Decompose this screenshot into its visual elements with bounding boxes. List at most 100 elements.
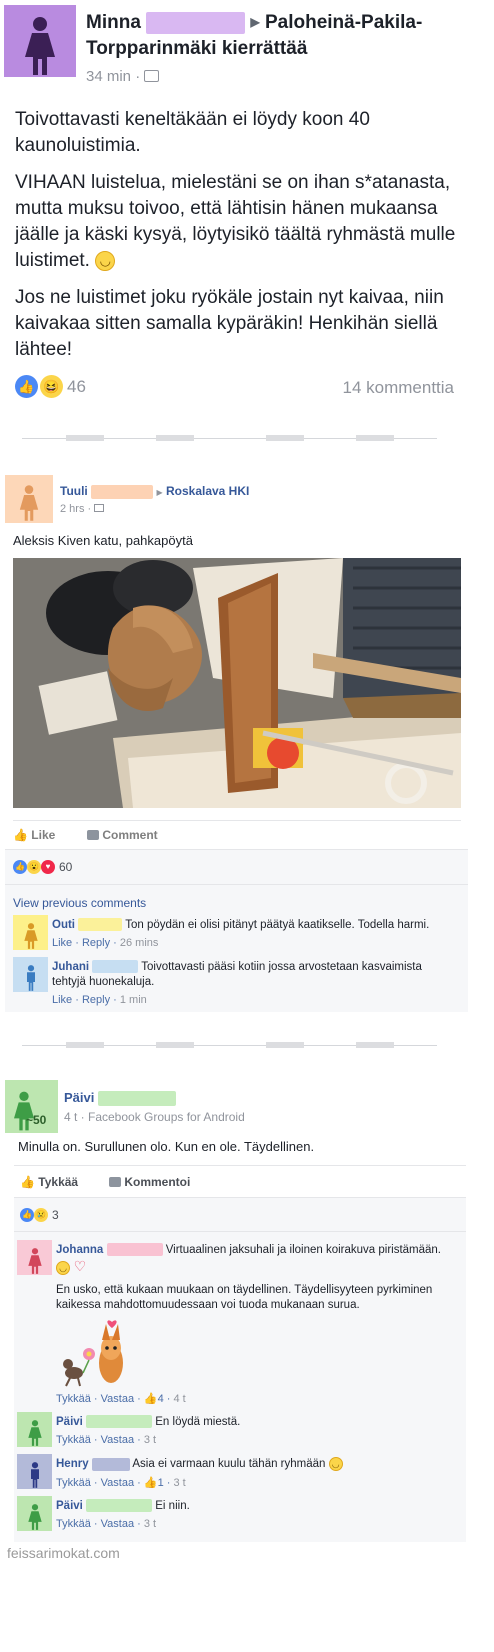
comment-like-count[interactable]: 4 [158,1393,164,1405]
person-female-icon [25,17,55,75]
comment-reply-link[interactable]: Vastaa [101,1477,134,1489]
post-time[interactable]: 2 hrs [60,503,84,515]
person-male-icon [26,965,35,991]
comment-reply-link[interactable]: Reply [82,994,110,1006]
comment-like-count[interactable]: 1 [158,1477,164,1489]
comment-like-link[interactable]: Tykkää [56,1434,91,1446]
like-reaction-icon: 👍 [15,375,38,398]
author-avatar[interactable] [5,475,53,523]
post-photo[interactable] [13,558,461,808]
thumbs-up-icon: 👍 [143,1477,158,1489]
commenter-avatar[interactable] [17,1412,52,1447]
comment-like-link[interactable]: Like [52,937,72,949]
group-audience-icon [94,504,105,512]
divider [266,435,304,441]
commenter-avatar[interactable] [17,1240,52,1275]
comment-like-link[interactable]: Tykkää [56,1477,91,1489]
comment-time[interactable]: 3 t [144,1518,156,1530]
person-female-icon [27,1504,42,1530]
comment-like-link[interactable]: Tykkää [56,1518,91,1530]
smile-emoji-icon: ◡ [328,1457,343,1471]
divider [14,1165,466,1166]
person-male-icon [30,1462,39,1488]
person-female-icon [27,1248,42,1274]
author-name[interactable]: Minna [86,12,141,33]
comment-time[interactable]: 1 min [120,994,147,1006]
like-button[interactable]: 👍 Like [13,828,55,842]
commenter-name[interactable]: Päivi [56,1500,83,1512]
author-name[interactable]: Tuuli [60,484,88,498]
watermark: feissarimokat.com [7,1545,120,1561]
post-time[interactable]: 34 min [86,68,131,85]
like-button[interactable]: 👍 Tykkää [20,1175,78,1189]
commenter-avatar[interactable] [17,1496,52,1531]
post-body: Toivottavasti keneltäkään ei löydy koon … [15,107,479,363]
comment-like-link[interactable]: Like [52,994,72,1006]
comment-actions: Tykkää · Vastaa · 3 t [56,1434,157,1446]
comment-reply-link[interactable]: Vastaa [101,1393,134,1405]
divider [266,1042,304,1048]
redacted-name [146,11,246,34]
post-header: Minna ▶ Paloheinä-Pakila-Torpparinmäki k… [86,9,481,62]
commenter-name[interactable]: Johanna [56,1244,103,1256]
dog-sticker-icon [63,1320,123,1387]
arrow-right-icon: ▶ [250,15,260,29]
comment-button[interactable]: Kommentoi [109,1175,190,1189]
view-previous-comments[interactable]: View previous comments [13,896,146,910]
dog-sticker[interactable] [56,1318,131,1388]
reactions-bar[interactable]: 👍 😮 ♥ 60 [13,860,72,874]
comment-actions: Tykkää · Vastaa · 👍4 · 4 t [56,1393,186,1405]
commenter-name[interactable]: Päivi [56,1416,83,1428]
comment-button[interactable]: Comment [87,828,158,842]
commenter-avatar[interactable] [13,957,48,992]
divider [156,1042,194,1048]
comment: Outi Ton pöydän ei olisi pitänyt päätyä … [52,918,462,933]
comment-text: Ei niin. [155,1500,190,1512]
haha-reaction-icon: 😆 [40,375,63,398]
comment-like-link[interactable]: Tykkää [56,1393,91,1405]
comment-text: Ton pöydän ei olisi pitänyt päätyä kaati… [125,919,430,931]
comments-count[interactable]: 14 kommenttia [343,378,455,398]
comment: Johanna Virtuaalinen jaksuhali ja iloine… [56,1243,462,1258]
comment-bubble-icon [87,830,99,840]
comment-time[interactable]: 4 t [173,1393,185,1405]
person-female-icon [23,923,38,949]
reactions-count: 60 [59,860,73,874]
commenter-name[interactable]: Henry [56,1458,89,1470]
reactions-count: 3 [52,1208,59,1222]
comment: Henry Asia ei varmaan kuulu tähän ryhmää… [56,1457,462,1472]
sad-reaction-icon: 😢 [34,1208,48,1222]
comment-time[interactable]: 3 t [173,1477,185,1489]
reactions-bar[interactable]: 👍 😢 3 [20,1208,59,1222]
arrow-right-icon: ▶ [156,488,163,497]
comment-reply-link[interactable]: Vastaa [101,1434,134,1446]
thumbs-up-icon: 👍 [143,1393,158,1405]
author-avatar[interactable] [4,5,76,77]
commenter-name[interactable]: Outi [52,919,75,931]
comment-reply-link[interactable]: Reply [82,937,110,949]
author-name[interactable]: Päivi [64,1090,94,1105]
reactions-count: 46 [67,376,86,396]
group-name[interactable]: Roskalava HKI [166,484,249,498]
person-female-icon [27,1420,42,1446]
comment-time[interactable]: 26 mins [120,937,159,949]
smile-emoji-icon: ◡ [95,250,116,271]
commenter-avatar[interactable] [17,1454,52,1489]
love-reaction-icon: ♥ [41,860,55,874]
commenter-avatar[interactable] [13,915,48,950]
post-paragraph: Jos ne luistimet joku ryökäle jostain ny… [15,287,444,360]
divider [356,1042,394,1048]
divider [5,884,468,885]
redacted-name [86,1415,153,1429]
post-header: Tuuli ▶ Roskalava HKI [60,484,249,499]
redacted-name [92,960,139,974]
comment-reply-link[interactable]: Vastaa [101,1518,134,1530]
comment-actions: Tykkää · Vastaa · 👍1 · 3 t [56,1477,186,1489]
comment: Juhani Toivottavasti pääsi kotiin jossa … [52,960,427,990]
post-meta[interactable]: 4 t · Facebook Groups for Android [64,1110,245,1124]
comment-time[interactable]: 3 t [144,1434,156,1446]
commenter-name[interactable]: Juhani [52,961,89,973]
reactions-bar[interactable]: 👍 😆 46 [15,375,86,398]
comment-text: En löydä miestä. [155,1416,241,1428]
redacted-name [78,918,123,932]
